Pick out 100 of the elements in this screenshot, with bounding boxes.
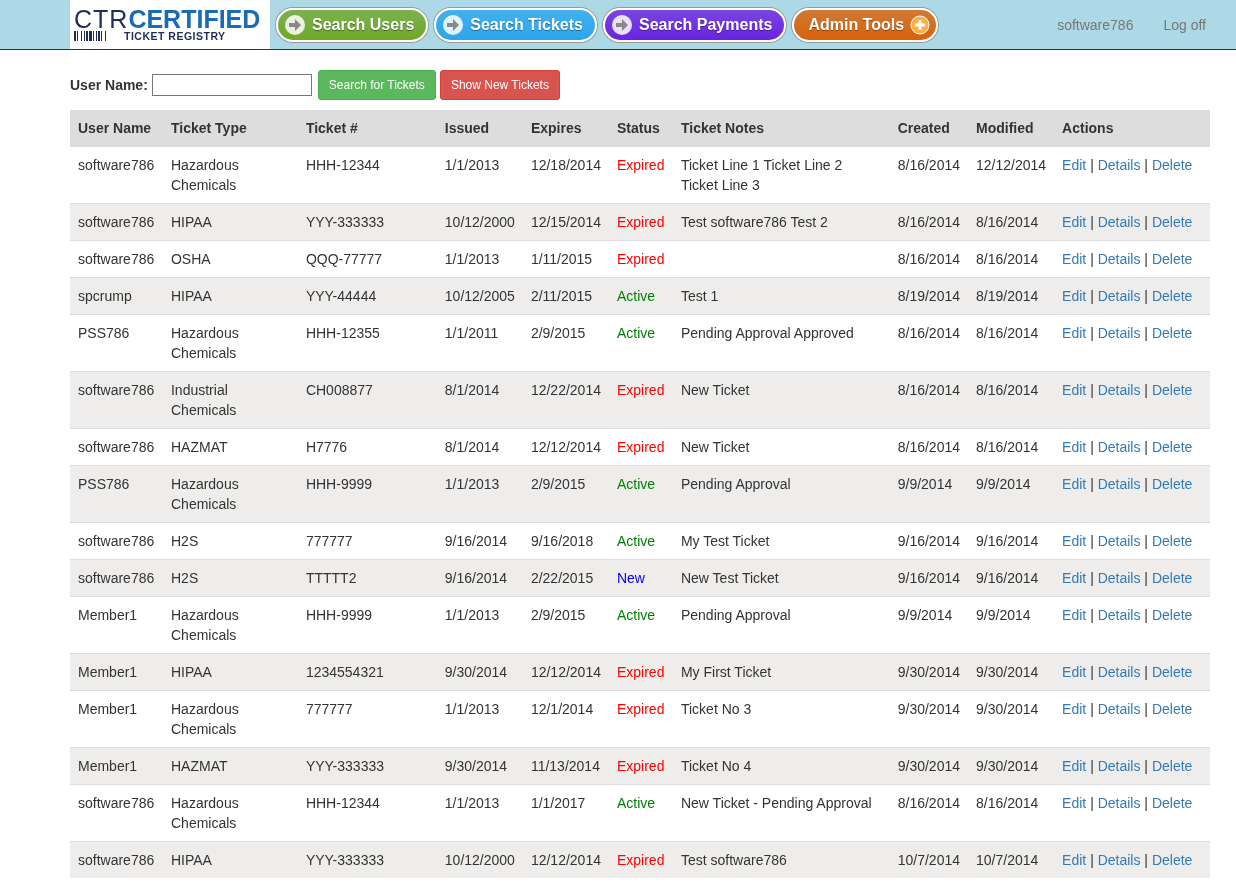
modified-cell: 9/30/2014 — [968, 653, 1055, 691]
action-link[interactable]: Edit — [1062, 214, 1087, 230]
action-link[interactable]: Edit — [1062, 758, 1087, 774]
show-new-tickets-button[interactable]: Show New Tickets — [439, 70, 560, 100]
action-link[interactable]: Details — [1097, 852, 1141, 868]
created-cell: 8/16/2014 — [889, 314, 969, 372]
action-link[interactable]: Details — [1097, 664, 1141, 680]
action-link[interactable]: Edit — [1062, 533, 1087, 549]
action-link[interactable]: Edit — [1062, 325, 1087, 341]
separator-text: | — [1143, 251, 1149, 267]
nav-button[interactable]: Search Tickets — [434, 7, 597, 42]
action-link[interactable]: Delete — [1151, 251, 1193, 267]
column-header: Status — [608, 110, 673, 147]
action-link[interactable]: Edit — [1062, 476, 1087, 492]
action-link[interactable]: Edit — [1062, 607, 1087, 623]
ticket-notes-cell: Test 1 — [672, 277, 890, 315]
column-header: Created — [889, 110, 969, 147]
action-link[interactable]: Delete — [1151, 607, 1193, 623]
username-link[interactable]: software786 — [1057, 16, 1134, 33]
ticket-number-cell: YYY-333333 — [297, 203, 437, 241]
column-header: Ticket Type — [163, 110, 298, 147]
action-link[interactable]: Delete — [1151, 157, 1193, 173]
ticket-type-cell: Hazardous Chemicals — [163, 465, 298, 523]
action-link[interactable]: Details — [1097, 382, 1141, 398]
nav-button[interactable]: Search Users — [276, 7, 429, 42]
separator-text: | — [1089, 288, 1095, 304]
modified-cell: 9/16/2014 — [968, 522, 1055, 560]
action-link[interactable]: Edit — [1062, 251, 1087, 267]
issued-cell: 10/12/2000 — [436, 203, 523, 241]
action-link[interactable]: Edit — [1062, 795, 1087, 811]
ticket-type-cell: Industrial Chemicals — [163, 371, 298, 429]
ticket-notes-cell: My First Ticket — [672, 653, 890, 691]
action-link[interactable]: Delete — [1151, 325, 1193, 341]
created-cell: 8/16/2014 — [889, 371, 969, 429]
action-link[interactable]: Delete — [1151, 288, 1193, 304]
ticket-type-cell: HIPAA — [163, 653, 298, 691]
status-cell: Active — [608, 277, 673, 315]
ticket-notes-cell: Test software786 — [672, 841, 890, 878]
action-link[interactable]: Delete — [1151, 852, 1193, 868]
action-link[interactable]: Details — [1097, 288, 1141, 304]
column-header: Issued — [436, 110, 523, 147]
modified-cell: 9/16/2014 — [968, 559, 1055, 597]
user-name-cell: PSS786 — [70, 314, 163, 372]
action-link[interactable]: Edit — [1062, 701, 1087, 717]
action-link[interactable]: Details — [1097, 533, 1141, 549]
nav-button[interactable]: Admin Tools — [792, 7, 939, 42]
expires-cell: 12/15/2014 — [522, 203, 609, 241]
action-link[interactable]: Details — [1097, 157, 1141, 173]
ticket-notes-cell: New Ticket — [672, 428, 890, 466]
user-name-cell: Member1 — [70, 690, 163, 748]
action-link[interactable]: Delete — [1151, 439, 1193, 455]
action-link[interactable]: Delete — [1151, 795, 1193, 811]
action-link[interactable]: Details — [1097, 439, 1141, 455]
ticket-type-cell: HIPAA — [163, 203, 298, 241]
separator-text: | — [1089, 607, 1095, 623]
action-link[interactable]: Delete — [1151, 533, 1193, 549]
action-link[interactable]: Delete — [1151, 701, 1193, 717]
action-link[interactable]: Delete — [1151, 664, 1193, 680]
expires-cell: 2/11/2015 — [522, 277, 609, 315]
ticket-number-cell: H7776 — [297, 428, 437, 466]
action-link[interactable]: Details — [1097, 607, 1141, 623]
action-link[interactable]: Edit — [1062, 288, 1087, 304]
action-link[interactable]: Details — [1097, 214, 1141, 230]
action-link[interactable]: Delete — [1151, 476, 1193, 492]
ticket-notes-cell: Pending Approval Approved — [672, 314, 890, 372]
action-link[interactable]: Edit — [1062, 157, 1087, 173]
user-name-cell: Member1 — [70, 747, 163, 785]
user-name-field[interactable] — [151, 74, 312, 96]
action-link[interactable]: Edit — [1062, 570, 1087, 586]
action-link[interactable]: Details — [1097, 758, 1141, 774]
action-link[interactable]: Delete — [1151, 570, 1193, 586]
action-link[interactable]: Edit — [1062, 382, 1087, 398]
ticket-number-cell: QQQ-77777 — [297, 240, 437, 278]
action-link[interactable]: Delete — [1151, 758, 1193, 774]
action-link[interactable]: Edit — [1062, 852, 1087, 868]
search-tickets-button[interactable]: Search for Tickets — [317, 70, 436, 100]
action-link[interactable]: Details — [1097, 701, 1141, 717]
action-link[interactable]: Details — [1097, 476, 1141, 492]
user-name-cell: software786 — [70, 784, 163, 842]
action-link[interactable]: Details — [1097, 325, 1141, 341]
issued-cell: 1/1/2013 — [436, 240, 523, 278]
modified-cell: 9/30/2014 — [968, 747, 1055, 785]
created-cell: 9/30/2014 — [889, 653, 969, 691]
action-link[interactable]: Details — [1097, 570, 1141, 586]
action-link[interactable]: Details — [1097, 251, 1141, 267]
ticket-number-cell: HHH-12344 — [297, 784, 437, 842]
action-link[interactable]: Edit — [1062, 664, 1087, 680]
user-name-cell: software786 — [70, 240, 163, 278]
action-link[interactable]: Edit — [1062, 439, 1087, 455]
action-link[interactable]: Details — [1097, 795, 1141, 811]
expires-cell: 2/9/2015 — [522, 314, 609, 372]
ticket-notes-cell: Pending Approval — [672, 596, 890, 654]
modified-cell: 10/7/2014 — [968, 841, 1055, 878]
issued-cell: 9/16/2014 — [436, 559, 523, 597]
ticket-notes-cell: Ticket Line 1 Ticket Line 2 Ticket Line 3 — [672, 146, 890, 204]
action-link[interactable]: Delete — [1151, 382, 1193, 398]
action-link[interactable]: Delete — [1151, 214, 1193, 230]
logoff-link[interactable]: Log off — [1163, 16, 1206, 33]
nav-button[interactable]: Search Payments — [602, 7, 787, 42]
column-header: Ticket # — [297, 110, 437, 147]
